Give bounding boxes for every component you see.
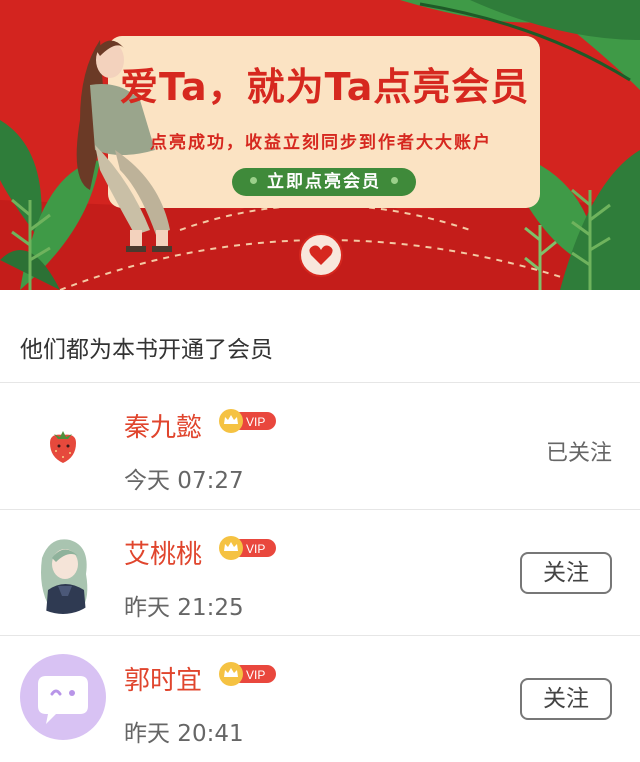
member-name[interactable]: 艾桃桃: [124, 534, 202, 571]
cta-dot-icon: [250, 177, 257, 184]
vip-label: VIP: [246, 542, 265, 556]
member-row[interactable]: 秦九懿 VIP 今天 07:27 已关注: [0, 383, 640, 509]
avatar[interactable]: [20, 401, 106, 487]
chat-bubble-avatar-icon: [20, 654, 106, 740]
member-row[interactable]: 郭时宜 VIP 昨天 20:41 关注: [0, 636, 640, 762]
cta-label: 立即点亮会员: [267, 172, 381, 192]
activate-membership-button[interactable]: 立即点亮会员: [232, 168, 416, 196]
heart-seal-icon: [299, 233, 343, 277]
member-name[interactable]: 郭时宜: [124, 660, 202, 697]
banner-headline: 爱Ta，就为Ta点亮会员: [120, 65, 530, 109]
followed-status[interactable]: 已关注: [546, 435, 612, 467]
vip-badge: VIP: [219, 536, 276, 560]
vip-label: VIP: [246, 415, 265, 429]
avatar[interactable]: [20, 528, 106, 614]
follow-button[interactable]: 关注: [520, 678, 612, 720]
vip-label: VIP: [246, 668, 265, 682]
banner-subline: 点亮成功，收益立刻同步到作者大大账户: [150, 133, 492, 153]
cta-dot-icon: [391, 177, 398, 184]
vip-badge: VIP: [219, 662, 276, 686]
vip-badge: VIP: [219, 409, 276, 433]
open-time: 昨天 21:25: [124, 595, 244, 621]
open-time: 今天 07:27: [124, 468, 244, 494]
section-title: 他们都为本书开通了会员: [20, 337, 273, 363]
avatar[interactable]: [20, 654, 106, 740]
member-name[interactable]: 秦九懿: [124, 407, 202, 444]
open-time: 昨天 20:41: [124, 721, 244, 747]
strawberry-avatar-icon: [20, 401, 106, 487]
follow-button[interactable]: 关注: [520, 552, 612, 594]
promo-banner[interactable]: 爱Ta，就为Ta点亮会员 点亮成功，收益立刻同步到作者大大账户 立即点亮会员: [0, 0, 640, 290]
girl-avatar-icon: [20, 528, 106, 614]
member-row[interactable]: 艾桃桃 VIP 昨天 21:25 关注: [0, 510, 640, 636]
